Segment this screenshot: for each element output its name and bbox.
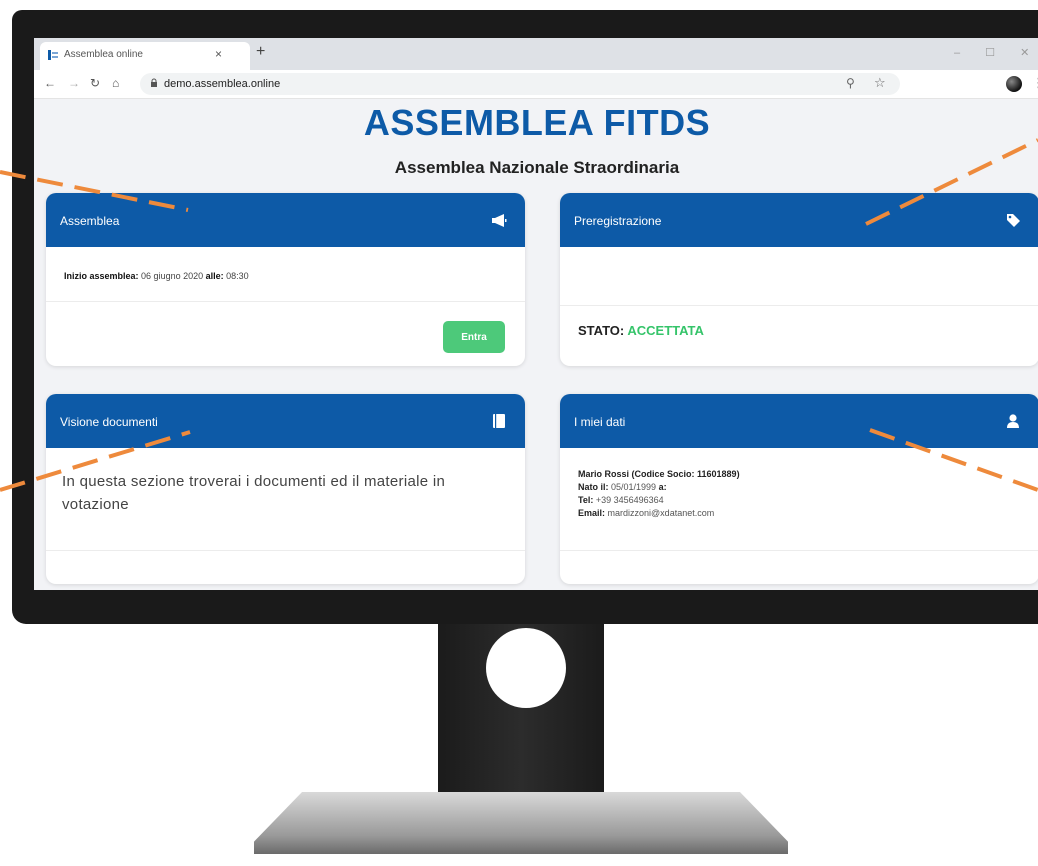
callout-leaders (0, 138, 1038, 492)
leader-line-dati (869, 428, 1038, 492)
leader-line-documenti (0, 430, 191, 492)
leader-line-preregistrazione (865, 138, 1038, 226)
leader-line-assemblea (0, 170, 189, 212)
